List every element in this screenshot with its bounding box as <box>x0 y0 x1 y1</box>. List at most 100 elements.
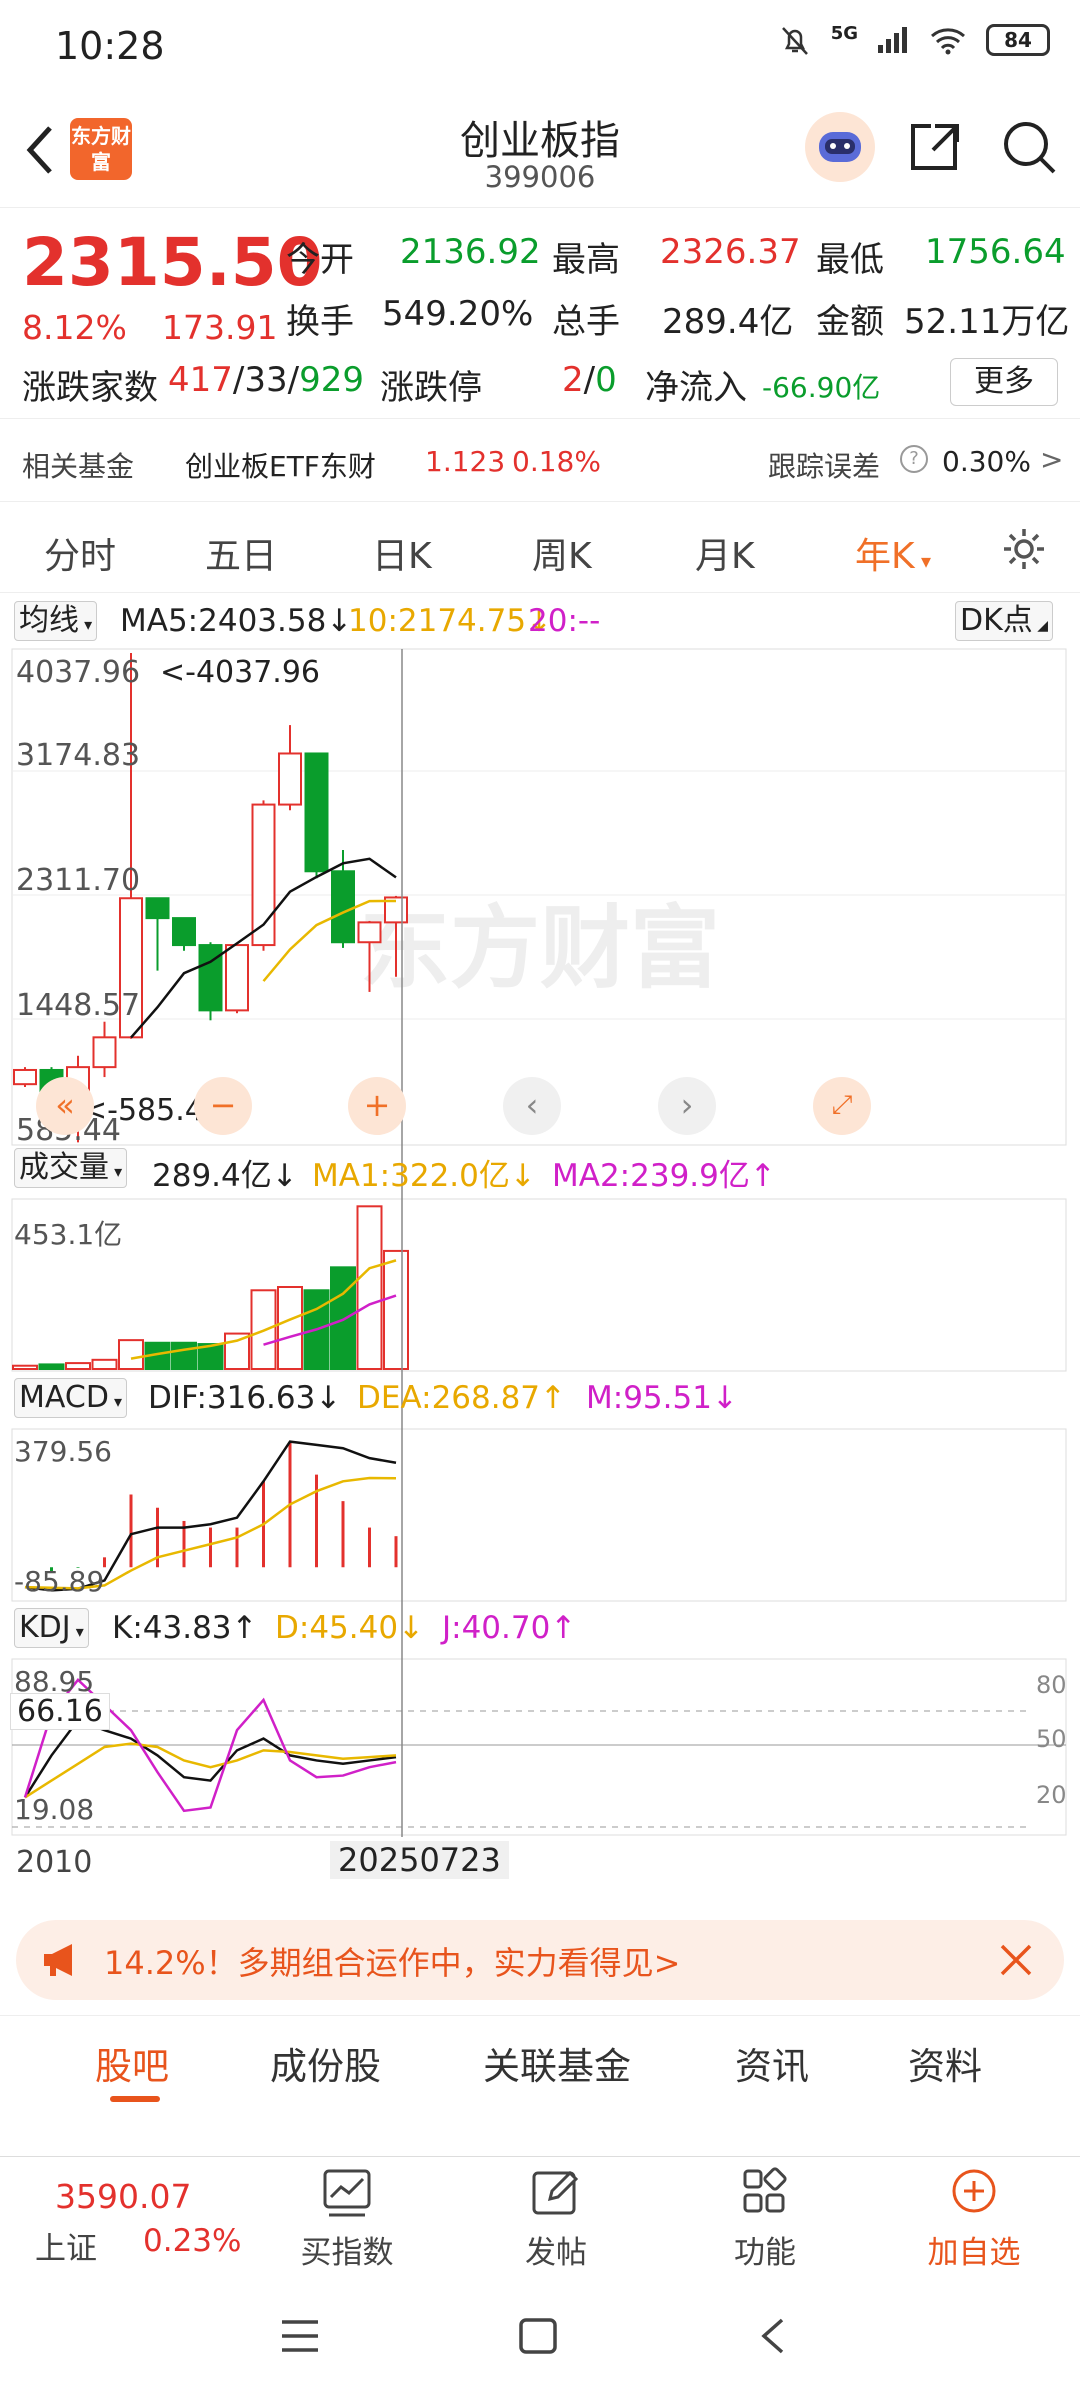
status-time: 10:28 <box>55 24 165 68</box>
x-cursor-label: 20250723 <box>330 1841 509 1879</box>
post-button[interactable]: 发帖 <box>456 2167 656 2272</box>
volume-bar <box>65 1362 91 1371</box>
kdj-select[interactable]: KDJ ▾ <box>14 1608 89 1648</box>
k-label: K:43.83↑ <box>112 1610 258 1646</box>
open-label: 今开 <box>286 240 354 280</box>
amount-label: 金额 <box>816 302 884 342</box>
macd-panel-frame <box>11 1428 1067 1602</box>
d-label: D:45.40↓ <box>275 1610 425 1646</box>
turnover-label: 换手 <box>286 302 354 342</box>
inflow-label: 净流入 <box>645 368 747 408</box>
chevron-right-icon[interactable]: > <box>1040 443 1063 476</box>
fund-label: 相关基金 <box>22 450 135 483</box>
grid-icon <box>743 2167 787 2213</box>
tab-underline <box>110 2096 160 2102</box>
buy-index-label: 买指数 <box>300 2235 394 2271</box>
kdj-right-label: 50 <box>1036 1725 1067 1753</box>
change-amount: 173.91 <box>162 308 278 347</box>
related-fund-row[interactable]: 相关基金 创业板ETF东财 1.123 0.18% 跟踪误差 ? 0.30% > <box>0 418 1080 502</box>
volume-bar <box>330 1266 356 1371</box>
vol-ma2-label: MA2:239.9亿↑ <box>552 1158 776 1194</box>
tab-monthly-k[interactable]: 月K <box>695 527 755 579</box>
tab-yearly-k[interactable]: 年K ▾ <box>855 527 931 579</box>
d-line <box>24 1742 397 1799</box>
buy-index-button[interactable]: 买指数 <box>247 2167 447 2272</box>
x-start-label: 2010 <box>16 1845 93 1880</box>
tab-daily-k[interactable]: 日K <box>372 527 432 579</box>
fund-pct: 0.18% <box>512 445 601 478</box>
promo-banner[interactable]: 14.2%！多期组合运作中，实力看得见> <box>16 1920 1064 2000</box>
share-icon[interactable] <box>905 118 965 178</box>
limit-values: 2/0 <box>562 360 617 400</box>
signal-icon <box>878 27 907 53</box>
tab-weekly-k[interactable]: 周K <box>532 527 592 579</box>
banner-text: 14.2%！多期组合运作中，实力看得见> <box>104 1944 681 1982</box>
volume-bar <box>383 1249 409 1370</box>
more-button[interactable]: 更多 <box>950 358 1058 406</box>
j-label: J:40.70↑ <box>442 1610 577 1646</box>
volume-label: 289.4亿↓ <box>152 1158 298 1194</box>
prev-icon[interactable]: ‹ <box>503 1077 561 1135</box>
tab-constituents[interactable]: 成份股 <box>270 2036 381 2090</box>
rewind-icon[interactable]: « <box>36 1077 94 1135</box>
quote-panel: 2315.50 8.12% 173.91 今开 2136.92 最高 2326.… <box>0 208 1080 418</box>
breadth-values: 417/33/929 <box>168 360 365 400</box>
price-y-label: 3174.83 <box>16 738 141 773</box>
price-y-label: 2311.70 <box>16 863 141 898</box>
functions-button[interactable]: 功能 <box>665 2167 865 2272</box>
last-price: 2315.50 <box>22 224 323 301</box>
home-icon[interactable] <box>518 2318 558 2354</box>
next-icon[interactable]: › <box>658 1077 716 1135</box>
max-price-tag: <-4037.96 <box>160 655 321 690</box>
volume-bar <box>12 1364 38 1370</box>
fullscreen-icon[interactable]: ⤢ <box>813 1077 871 1135</box>
high-label: 最高 <box>552 240 620 280</box>
price-panel-frame <box>11 648 1067 1146</box>
open-value: 2136.92 <box>400 232 541 272</box>
kline-chart-area[interactable]: 均线 ▾ MA5:2403.58↓ 10:2174.75↓ 20:-- DK点 … <box>0 593 1080 1900</box>
settings-gear-icon[interactable] <box>1000 525 1048 573</box>
volume-bar <box>277 1286 303 1370</box>
high-value: 2326.37 <box>660 232 801 272</box>
tracking-error-value: 0.30% <box>942 445 1031 478</box>
tab-related-funds[interactable]: 关联基金 <box>483 2036 631 2090</box>
tab-news[interactable]: 资讯 <box>735 2036 809 2090</box>
tab-profile[interactable]: 资料 <box>908 2036 982 2090</box>
candle-body <box>172 917 196 947</box>
macd-select[interactable]: MACD ▾ <box>14 1378 128 1418</box>
tab-intraday[interactable]: 分时 <box>44 527 116 579</box>
macd-y-label: -85.89 <box>14 1565 105 1598</box>
fund-price: 1.123 <box>425 445 506 478</box>
edit-icon <box>532 2170 579 2215</box>
add-watchlist-label: 加自选 <box>927 2235 1021 2271</box>
vol-ma1-label: MA1:322.0亿↓ <box>312 1158 536 1194</box>
battery-icon: 84 <box>986 24 1050 56</box>
add-watchlist-button[interactable]: 加自选 <box>874 2167 1074 2272</box>
kdj-right-label: 20 <box>1036 1781 1067 1809</box>
zoom-in-icon[interactable]: + <box>348 1077 406 1135</box>
zoom-out-icon[interactable]: − <box>194 1077 252 1135</box>
tab-guba[interactable]: 股吧 <box>95 2036 169 2090</box>
system-nav-bar <box>0 2274 1080 2400</box>
volume-label: 总手 <box>552 302 620 342</box>
sh-index-name[interactable]: 上证 <box>35 2223 97 2268</box>
amount-value: 52.11万亿 <box>904 302 1070 342</box>
sh-index-value[interactable]: 3590.07 <box>55 2177 191 2216</box>
volume-bar <box>356 1205 383 1371</box>
close-icon[interactable] <box>998 1942 1034 1978</box>
search-icon[interactable] <box>1000 118 1060 178</box>
candle-body <box>357 921 382 944</box>
candle-body <box>225 944 249 1012</box>
assistant-robot-icon[interactable] <box>805 112 875 182</box>
fund-name[interactable]: 创业板ETF东财 <box>185 445 376 485</box>
battery-level: 84 <box>1004 28 1032 52</box>
low-label: 最低 <box>816 240 884 280</box>
help-icon[interactable]: ? <box>900 445 928 473</box>
volume-select[interactable]: 成交量 ▾ <box>14 1148 128 1188</box>
candle-body <box>92 1036 117 1069</box>
candle-body <box>198 944 223 1012</box>
menu-icon[interactable] <box>280 2318 320 2354</box>
tab-five-day[interactable]: 五日 <box>205 527 277 579</box>
period-tabs: 分时 五日 日K 周K 月K 年K ▾ <box>0 503 1080 593</box>
back-nav-icon[interactable] <box>758 2316 788 2356</box>
